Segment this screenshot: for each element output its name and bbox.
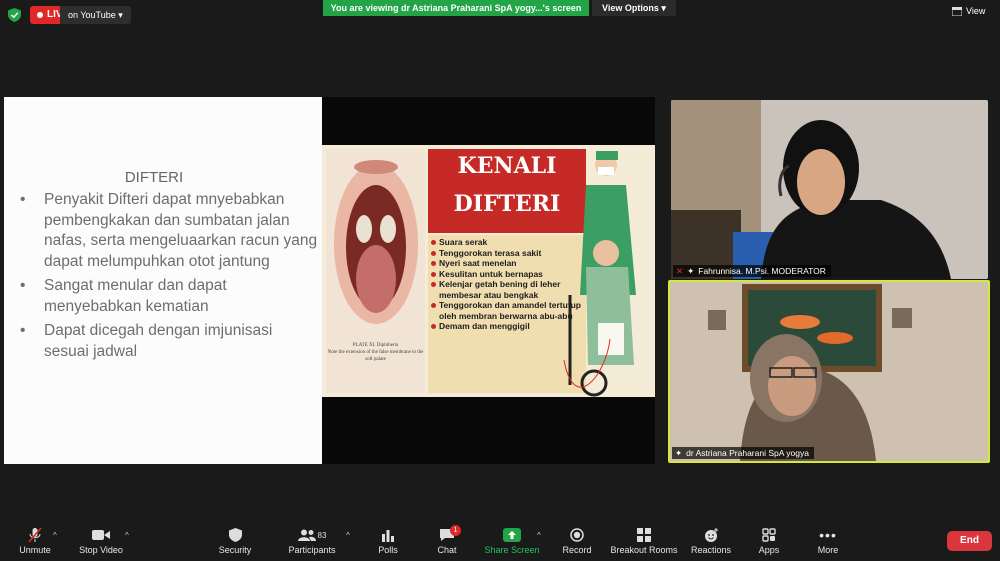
participant-tile-active-speaker[interactable]: ✦ dr Astriana Praharani SpA yogya [668, 280, 990, 463]
shield-icon [228, 528, 242, 542]
end-meeting-button[interactable]: End [947, 531, 992, 551]
more-label: More [817, 545, 839, 555]
polls-label: Polls [378, 545, 398, 555]
participant-name: dr Astriana Praharani SpA yogya [686, 448, 809, 458]
breakout-rooms-label: Breakout Rooms [610, 545, 678, 555]
kenali-difteri-poster: PLATE XI. Diphtheria Note the extension … [322, 145, 655, 397]
security-button[interactable]: Security [200, 527, 270, 555]
apps-label: Apps [758, 545, 780, 555]
ellipsis-icon: ••• [819, 527, 837, 543]
plate-title: PLATE XI. Diphtheria [352, 343, 399, 348]
chevron-down-icon: ▾ [118, 10, 123, 20]
throat-illustration: PLATE XI. Diphtheria Note the extension … [326, 149, 425, 393]
throat-drawing-icon [334, 160, 418, 324]
participants-label: Participants [288, 545, 336, 555]
participants-options-chevron-icon[interactable]: ^ [346, 531, 350, 540]
participants-count: 83 [317, 530, 327, 540]
view-button[interactable]: View [952, 6, 985, 16]
breakout-rooms-button[interactable]: Breakout Rooms [609, 527, 679, 555]
more-button[interactable]: ••• More [793, 527, 863, 555]
plate-note: Note the extension of the false membrane… [327, 350, 424, 362]
shared-screen: DIFTERI Penyakit Difteri dapat mnyebabka… [4, 97, 655, 464]
reactions-label: Reactions [690, 545, 732, 555]
live-destination-label: on YouTube [68, 10, 116, 20]
nurse-patient-illustration [563, 145, 655, 397]
participants-icon [297, 529, 316, 541]
slide-text-panel: DIFTERI Penyakit Difteri dapat mnyebabka… [4, 97, 322, 464]
view-options-button[interactable]: View Options ▾ [592, 0, 676, 16]
share-options-chevron-icon[interactable]: ^ [537, 531, 541, 540]
record-icon [570, 528, 584, 542]
participant-name-tag: ✕ ✦ Fahrunnisa. M.Psi. MODERATOR [673, 265, 831, 277]
unmute-label: Unmute [19, 545, 51, 555]
participant-name-tag: ✦ dr Astriana Praharani SpA yogya [672, 447, 814, 459]
share-screen-icon [503, 528, 521, 542]
slide-title: DIFTERI [124, 169, 184, 186]
plate-caption: PLATE XI. Diphtheria Note the extension … [326, 342, 425, 363]
viewing-screen-banner: You are viewing dr Astriana Praharani Sp… [323, 0, 589, 16]
participant-tile-moderator[interactable]: ✕ ✦ Fahrunnisa. M.Psi. MODERATOR [671, 100, 988, 279]
participant-name: Fahrunnisa. M.Psi. MODERATOR [698, 266, 826, 276]
live-dot-icon [37, 12, 43, 18]
grid-view-icon [952, 6, 962, 16]
stop-video-label: Stop Video [79, 545, 123, 555]
poster-image-frame: PLATE XI. Diphtheria Note the extension … [322, 97, 655, 464]
polls-bar-icon [382, 529, 394, 542]
participants-button[interactable]: 83 Participants [277, 527, 347, 555]
view-options-label: View Options [602, 3, 659, 13]
speaker-video-feed [670, 282, 988, 461]
share-screen-label: Share Screen [484, 545, 540, 555]
record-label: Record [562, 545, 592, 555]
slide-bullet-list: Penyakit Difteri dapat mnyebabkan pemben… [18, 190, 318, 366]
video-options-chevron-icon[interactable]: ^ [125, 531, 129, 540]
smiley-plus-icon [704, 527, 718, 542]
muted-mic-icon [28, 527, 42, 543]
chat-button[interactable]: 1 Chat [412, 525, 482, 555]
unmute-button[interactable]: Unmute [0, 527, 70, 555]
chat-unread-badge: 1 [450, 525, 461, 536]
security-shield-icon[interactable] [8, 8, 21, 22]
video-camera-icon [92, 530, 110, 540]
view-label: View [966, 6, 986, 16]
pin-icon: ✦ [675, 448, 683, 458]
pin-icon: ✦ [687, 266, 695, 276]
audio-options-chevron-icon[interactable]: ^ [53, 531, 57, 540]
breakout-rooms-icon [637, 528, 651, 542]
slide-bullet: Sangat menular dan dapat menyebabkan kem… [18, 276, 318, 317]
record-button[interactable]: Record [542, 527, 612, 555]
live-destination-dropdown[interactable]: on YouTube ▾ [60, 6, 131, 24]
apps-icon [762, 528, 776, 542]
security-label: Security [218, 545, 252, 555]
slide-bullet: Penyakit Difteri dapat mnyebabkan pemben… [18, 190, 318, 272]
chevron-down-icon: ▾ [661, 3, 666, 13]
chat-label: Chat [437, 545, 457, 555]
mute-mic-icon: ✕ [676, 266, 684, 276]
slide-bullet: Dapat dicegah dengan imjunisasi sesuai j… [18, 321, 318, 362]
moderator-video-feed [671, 100, 988, 279]
